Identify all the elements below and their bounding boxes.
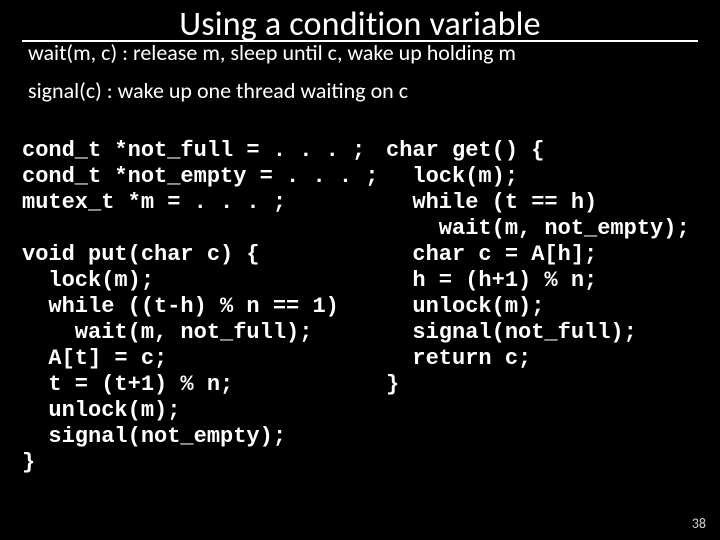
right-column: char get() { lock(m); while (t == h) wai… [378,138,698,510]
get-code-block: char get() { lock(m); while (t == h) wai… [386,138,698,398]
code-columns: cond_t *not_full = . . . ; cond_t *not_e… [22,138,698,510]
left-column: cond_t *not_full = . . . ; cond_t *not_e… [22,138,378,510]
put-code-block: cond_t *not_full = . . . ; cond_t *not_e… [22,138,370,476]
wait-description: wait(m, c) : release m, sleep until c, w… [28,40,692,66]
page-number: 38 [692,515,706,532]
slide: Using a condition variable wait(m, c) : … [0,0,720,540]
signal-description: signal(c) : wake up one thread waiting o… [28,78,692,104]
